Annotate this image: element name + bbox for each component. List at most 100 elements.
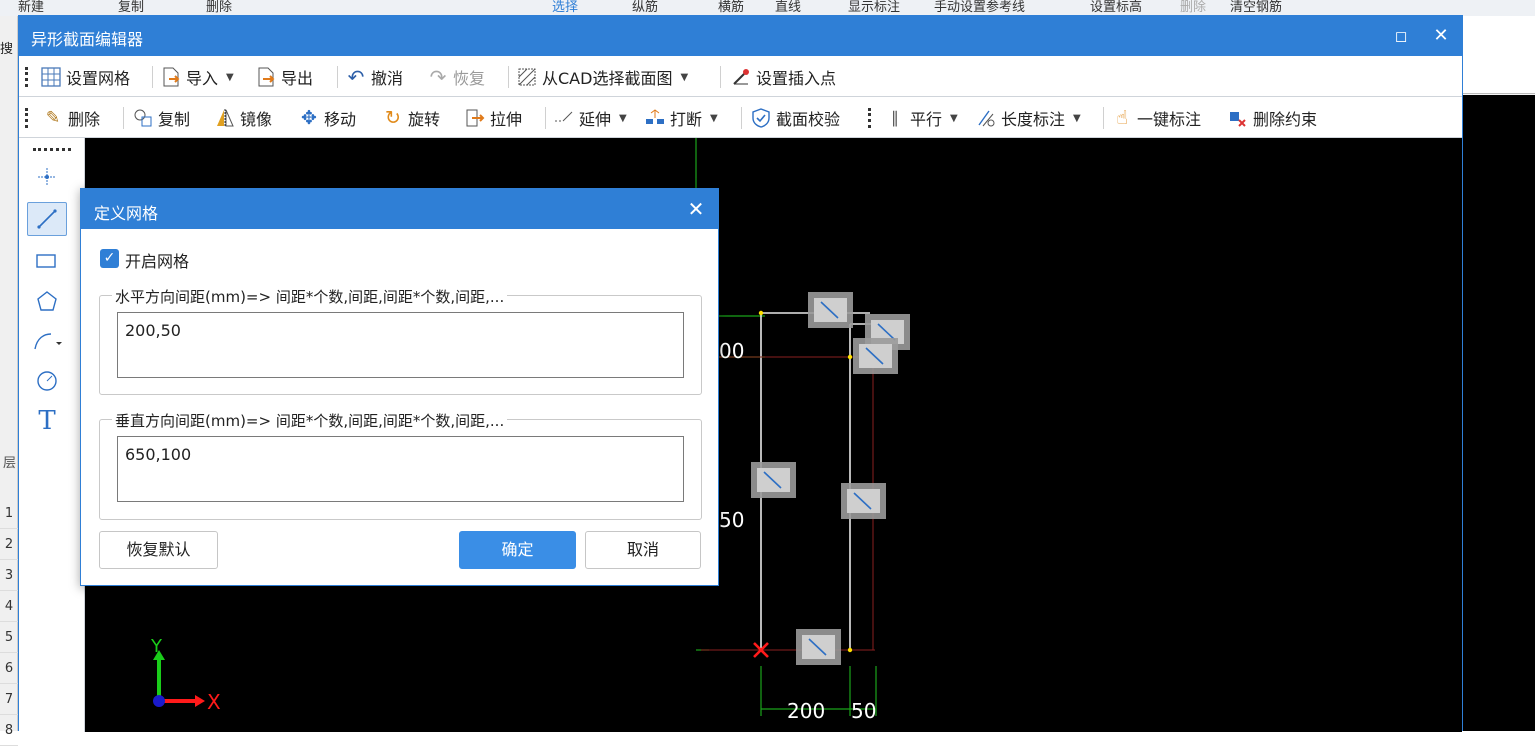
move-icon: ✥ [301,107,317,129]
set-grid-button[interactable]: 设置网格 [37,63,133,91]
constraint-marker[interactable] [796,629,841,665]
background-toolbar: 新建 复制 删除 选择 纵筋 横筋 直线 显示标注 手动设置参考线 设置标高 删… [0,0,1535,16]
polygon-icon [37,291,57,311]
bg-select-button[interactable]: 选择 [552,0,578,15]
length-dim-button[interactable]: 长度标注 ▼ [972,104,1084,132]
bg-show-dims[interactable]: 显示标注 [848,0,900,15]
rotate-button[interactable]: ↻ 旋转 [379,104,443,132]
stretch-button[interactable]: 拉伸 [461,104,525,132]
set-insert-point-button[interactable]: 设置插入点 [727,63,839,91]
row-number: 1 [0,498,18,529]
chevron-down-icon[interactable]: ▼ [710,113,718,124]
toolbar-separator [123,107,124,129]
palette-grip[interactable] [33,148,71,151]
section-check-button[interactable]: 截面校验 [747,104,843,132]
bg-line-button[interactable]: 直线 [775,0,801,15]
circle-tool-button[interactable] [27,364,67,398]
text-tool-icon[interactable]: T [27,404,67,438]
toolbar-grip[interactable] [868,108,871,128]
point-tool-button[interactable] [27,160,67,194]
vertical-spacing-input[interactable]: 650,100 [117,436,684,502]
rectangle-tool-button[interactable] [27,244,67,278]
editor-titlebar: 异形截面编辑器 ◻ ✕ [19,16,1462,56]
chevron-down-icon[interactable]: ▼ [950,113,958,124]
dialog-close-icon[interactable]: ✕ [682,195,710,223]
chevron-down-icon[interactable]: ▼ [226,72,234,83]
one-click-dim-button[interactable]: ☝ 一键标注 [1108,104,1204,132]
cancel-button[interactable]: 取消 [585,531,701,569]
copy-button[interactable]: 复制 [129,104,193,132]
import-icon [160,66,182,88]
dimension-label-200: 200 [787,699,825,723]
polygon-tool-button[interactable] [27,284,67,318]
bg-delete2[interactable]: 删除 [1180,0,1206,15]
bg-new-button[interactable]: 新建 [18,0,44,15]
constraint-marker[interactable] [751,462,796,498]
toolbar-grip[interactable] [25,108,28,128]
close-icon[interactable]: ✕ [1426,22,1456,50]
mirror-icon [214,107,236,129]
select-from-cad-label: 从CAD选择截面图 [542,69,673,88]
constraint-markers [751,292,910,665]
bg-longitudinal-rebar[interactable]: 纵筋 [632,0,658,15]
constraint-marker[interactable] [841,483,886,519]
line-tool-button[interactable] [27,202,67,236]
bg-transverse-rebar[interactable]: 横筋 [718,0,744,15]
chevron-down-icon[interactable]: ▼ [1073,113,1081,124]
mirror-button[interactable]: 镜像 [211,104,275,132]
chevron-down-icon[interactable]: ▼ [680,72,688,83]
vertical-spacing-legend: 垂直方向间距(mm)=> 间距*个数,间距,间距*个数,间距,... [112,410,508,431]
delete-label: 删除 [68,110,101,129]
undo-button[interactable]: ↶ 撤消 [342,63,406,91]
axis-x-label: X [207,690,221,714]
axis-y-label: Y [150,636,163,657]
axis-indicator-icon: Y X [150,636,221,714]
length-dim-icon [975,107,997,129]
row-number: 5 [0,622,18,653]
bg-set-elevation[interactable]: 设置标高 [1090,0,1142,15]
bg-delete-button[interactable]: 删除 [206,0,232,15]
extend-button[interactable]: 延伸 ▼ [550,104,630,132]
import-button[interactable]: 导入 ▼ [157,63,237,91]
break-label: 打断 [670,110,703,129]
dialog-titlebar[interactable]: 定义网格 ✕ [81,189,718,229]
constraint-marker[interactable] [853,338,898,374]
chevron-down-icon[interactable]: ▼ [619,113,627,124]
move-button[interactable]: ✥ 移动 [295,104,359,132]
eraser-icon: ✎ [45,108,61,128]
delete-constraint-button[interactable]: 删除约束 [1224,104,1320,132]
circle-icon [37,371,57,391]
bg-copy-button[interactable]: 复制 [118,0,144,15]
maximize-icon[interactable]: ◻ [1386,22,1416,50]
row-number: 3 [0,560,18,591]
rectangle-icon [36,254,56,268]
enable-grid-checkbox[interactable]: ✓ [100,249,119,268]
redo-button[interactable]: ↷ 恢复 [424,63,488,91]
undo-label: 撤消 [371,69,404,88]
bg-manual-guide[interactable]: 手动设置参考线 [934,0,1025,15]
rotate-label: 旋转 [408,110,441,129]
select-from-cad-button[interactable]: 从CAD选择截面图 ▼ [513,63,691,91]
bg-clear-rebar[interactable]: 清空钢筋 [1230,0,1282,15]
arc-tool-button[interactable] [27,324,67,358]
horizontal-spacing-input[interactable]: 200,50 [117,312,684,378]
toolbar-separator [545,107,546,129]
define-grid-dialog: 定义网格 ✕ ✓ 开启网格 水平方向间距(mm)=> 间距*个数,间距,间距*个… [80,188,719,586]
dimension-label-partial: 00 [719,339,744,363]
parallel-button[interactable]: ∥ 平行 ▼ [881,104,961,132]
row-number: 4 [0,591,18,622]
ok-button[interactable]: 确定 [459,531,576,569]
restore-default-button[interactable]: 恢复默认 [99,531,218,569]
main-toolbar: 设置网格 导入 ▼ 导出 ↶ 撤消 ↷ 恢复 从CAD选择截面图 ▼ 设置插入点 [19,57,1462,97]
toolbar-grip[interactable] [25,67,28,87]
vertical-spacing-group: 垂直方向间距(mm)=> 间距*个数,间距,间距*个数,间距,... 650,1… [99,410,702,520]
constraint-marker[interactable] [808,292,853,328]
enable-grid-label[interactable]: 开启网格 [125,248,189,272]
break-button[interactable]: 打断 ▼ [641,104,721,132]
redo-icon: ↷ [429,65,447,89]
export-button[interactable]: 导出 [252,63,316,91]
background-right-panel [1463,16,1535,94]
row-number: 6 [0,653,18,684]
background-left-strip: 搜 层 1 2 3 4 5 6 7 8 [0,16,18,746]
delete-button[interactable]: ✎ 删除 [39,104,103,132]
